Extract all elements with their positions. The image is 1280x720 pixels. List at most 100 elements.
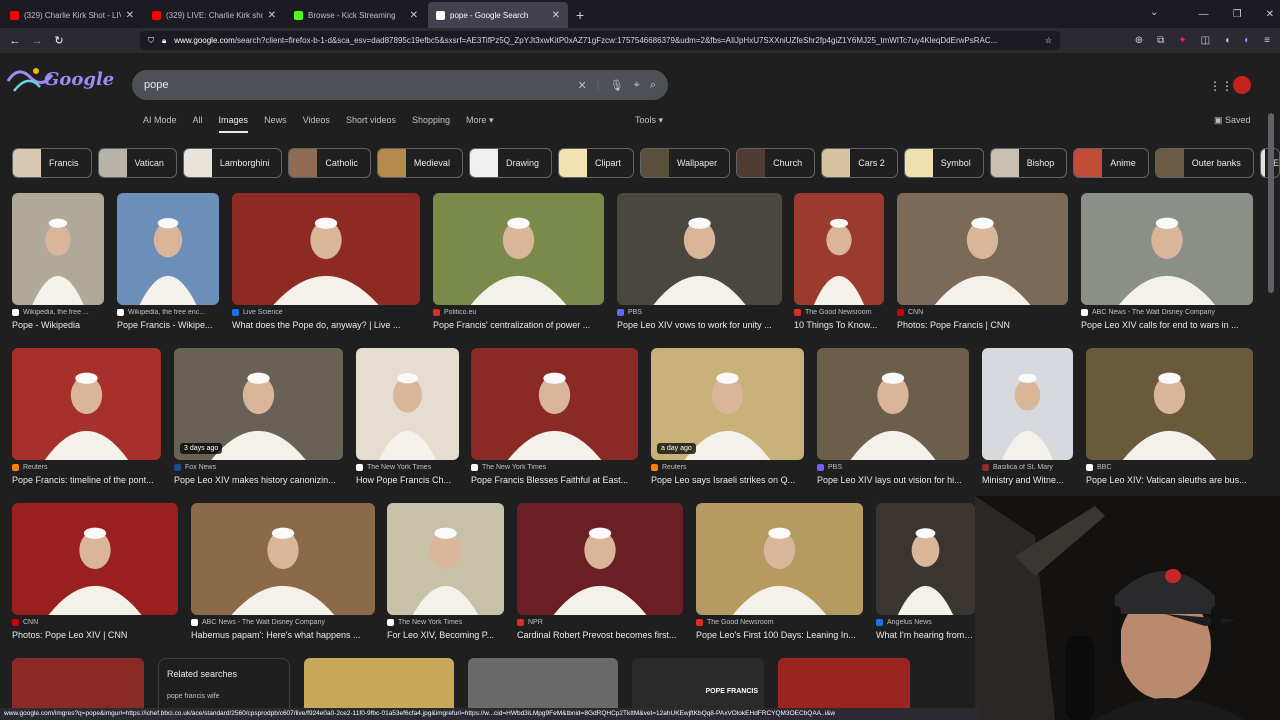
result-thumbnail[interactable]	[12, 348, 161, 460]
google-apps-icon[interactable]: ⋮⋮	[1209, 79, 1233, 93]
refinement-chip[interactable]: Cars 2	[821, 148, 898, 178]
result-source[interactable]: Wikipedia, the free ...	[12, 309, 104, 316]
shield-icon[interactable]: ⛉	[148, 36, 154, 46]
tab-close-icon[interactable]: ✕	[410, 10, 418, 21]
result-title[interactable]: Pope Leo's First 100 Days: Leaning In...	[696, 630, 863, 640]
result-title[interactable]: Pope Francis' centralization of power ..…	[433, 320, 604, 330]
result-title[interactable]: How Pope Francis Ch...	[356, 475, 459, 485]
result-title[interactable]: Pope - Wikipedia	[12, 320, 104, 330]
tab-list-menu-icon[interactable]: ⌄	[1150, 7, 1158, 18]
image-result[interactable]: NPR Cardinal Robert Prevost becomes first…	[517, 503, 683, 640]
result-thumbnail[interactable]: 3 days ago	[174, 348, 343, 460]
result-source[interactable]: Live Science	[232, 309, 420, 316]
bookmark-star-icon[interactable]: ☆	[1045, 36, 1052, 45]
result-source[interactable]: ABC News - The Walt Disney Company	[191, 619, 375, 626]
minimize-icon[interactable]: —	[1199, 9, 1209, 20]
image-result[interactable]: ABC News - The Walt Disney Company Pope L…	[1081, 193, 1253, 330]
google-logo-text[interactable]: Google	[44, 69, 114, 90]
result-source[interactable]: PBS	[817, 464, 969, 471]
result-source[interactable]: CNN	[897, 309, 1068, 316]
new-tab-button[interactable]: +	[568, 2, 592, 28]
refinement-chip[interactable]: Vatican	[97, 148, 177, 178]
search-tab[interactable]: Short videos	[346, 115, 396, 133]
refinement-chip[interactable]: Outer banks	[1154, 148, 1254, 178]
image-result[interactable]: ABC News - The Walt Disney Company Habemu…	[191, 503, 375, 640]
refinement-chip[interactable]: Symbol	[903, 148, 984, 178]
tab-close-icon[interactable]: ✕	[552, 10, 560, 21]
extensions-icon[interactable]: ⧉	[1157, 35, 1164, 46]
refinement-chip[interactable]: Francis	[12, 148, 92, 178]
result-thumbnail[interactable]	[1086, 348, 1253, 460]
forward-icon[interactable]: →	[26, 35, 48, 47]
result-source[interactable]: Politico.eu	[433, 309, 604, 316]
reload-icon[interactable]: ↻	[48, 34, 70, 47]
microphone-icon[interactable]: 🎙︎	[610, 79, 624, 92]
related-search-item[interactable]: pope francis wife	[167, 693, 281, 700]
refinement-chip[interactable]: Lamborghini	[182, 148, 283, 178]
search-tab[interactable]: Images	[218, 115, 249, 133]
result-thumbnail[interactable]: a day ago	[651, 348, 804, 460]
audio-icon[interactable]: ◖	[1224, 35, 1230, 46]
refinement-chip[interactable]: Anime	[1073, 148, 1149, 178]
search-tab[interactable]: All	[193, 115, 203, 133]
result-thumbnail[interactable]	[12, 503, 178, 615]
result-thumbnail[interactable]	[897, 193, 1068, 305]
result-source[interactable]: The New York Times	[356, 464, 459, 471]
page-scrollbar[interactable]	[1268, 113, 1274, 293]
result-thumbnail[interactable]	[232, 193, 420, 305]
close-window-icon[interactable]: ✕	[1266, 9, 1274, 20]
image-result[interactable]: Wikipedia, the free enc... Pope Francis -…	[117, 193, 219, 330]
result-source[interactable]: The New York Times	[387, 619, 504, 626]
search-tab[interactable]: More ▾	[466, 115, 494, 133]
result-source[interactable]: The New York Times	[471, 464, 638, 471]
result-thumbnail[interactable]	[191, 503, 375, 615]
image-result[interactable]: 3 days ago Fox News Pope Leo XIV makes his…	[174, 348, 343, 485]
search-tab[interactable]: Videos	[303, 115, 330, 133]
image-result[interactable]: Basilica of St. Mary Ministry and Witne..…	[982, 348, 1073, 485]
lock-icon[interactable]: 🔒︎	[162, 36, 166, 46]
refinement-chip[interactable]: Clipart	[557, 148, 634, 178]
tab-close-icon[interactable]: ✕	[126, 10, 134, 21]
camera-lens-icon[interactable]: ⌖	[634, 79, 640, 92]
image-result[interactable]: The New York Times Pope Francis Blesses F…	[471, 348, 638, 485]
refinement-chip[interactable]: Drawing	[468, 148, 552, 178]
result-thumbnail[interactable]	[356, 348, 459, 460]
image-result[interactable]: PBS Pope Leo XIV lays out vision for hi..…	[817, 348, 969, 485]
result-source[interactable]: BBC	[1086, 464, 1253, 471]
result-title[interactable]: For Leo XIV, Becoming P...	[387, 630, 504, 640]
result-title[interactable]: Photos: Pope Francis | CNN	[897, 320, 1068, 330]
result-source[interactable]: Reuters	[12, 464, 161, 471]
result-title[interactable]: Pope Leo XIV makes history canonizin...	[174, 475, 343, 485]
result-thumbnail[interactable]	[387, 503, 504, 615]
result-source[interactable]: ABC News - The Walt Disney Company	[1081, 309, 1253, 316]
image-result[interactable]: The New York Times For Leo XIV, Becoming …	[387, 503, 504, 640]
result-title[interactable]: Habemus papam': Here's what happens ...	[191, 630, 375, 640]
result-thumbnail[interactable]	[433, 193, 604, 305]
url-bar[interactable]: ⛉ 🔒︎ www.google.com/search?client=firefo…	[140, 31, 1060, 50]
refinement-chip[interactable]: Church	[736, 148, 816, 178]
image-result[interactable]: The New York Times How Pope Francis Ch...	[356, 348, 459, 485]
result-thumbnail[interactable]	[876, 503, 975, 615]
tab-close-icon[interactable]: ✕	[268, 10, 276, 21]
image-result[interactable]: BBC Pope Leo XIV: Vatican sleuths are bus…	[1086, 348, 1253, 485]
result-thumbnail[interactable]	[817, 348, 969, 460]
search-tab[interactable]: News	[264, 115, 287, 133]
refinement-chip[interactable]: Wallpaper	[639, 148, 731, 178]
extension-purple-icon[interactable]: ◐	[1244, 35, 1250, 46]
result-source[interactable]: Reuters	[651, 464, 804, 471]
image-result[interactable]: Politico.eu Pope Francis' centralization …	[433, 193, 604, 330]
image-result[interactable]: Angelus News What I'm hearing from o...	[876, 503, 975, 640]
image-result[interactable]: The Good Newsroom 10 Things To Know...	[794, 193, 884, 330]
result-source[interactable]: Angelus News	[876, 619, 975, 626]
url-text[interactable]: www.google.com/search?client=firefox-b-1…	[174, 36, 1037, 45]
result-source[interactable]: Basilica of St. Mary	[982, 464, 1073, 471]
pocket-icon[interactable]: ⊕	[1135, 35, 1143, 46]
image-result[interactable]: PBS Pope Leo XIV vows to work for unity .…	[617, 193, 782, 330]
refinement-chip[interactable]: Medieval	[376, 148, 463, 178]
result-title[interactable]: 10 Things To Know...	[794, 320, 884, 330]
search-input[interactable]	[144, 79, 568, 91]
result-thumbnail[interactable]	[117, 193, 219, 305]
image-result[interactable]: The Good Newsroom Pope Leo's First 100 Da…	[696, 503, 863, 640]
result-source[interactable]: Fox News	[174, 464, 343, 471]
image-result[interactable]: Live Science What does the Pope do, anywa…	[232, 193, 420, 330]
